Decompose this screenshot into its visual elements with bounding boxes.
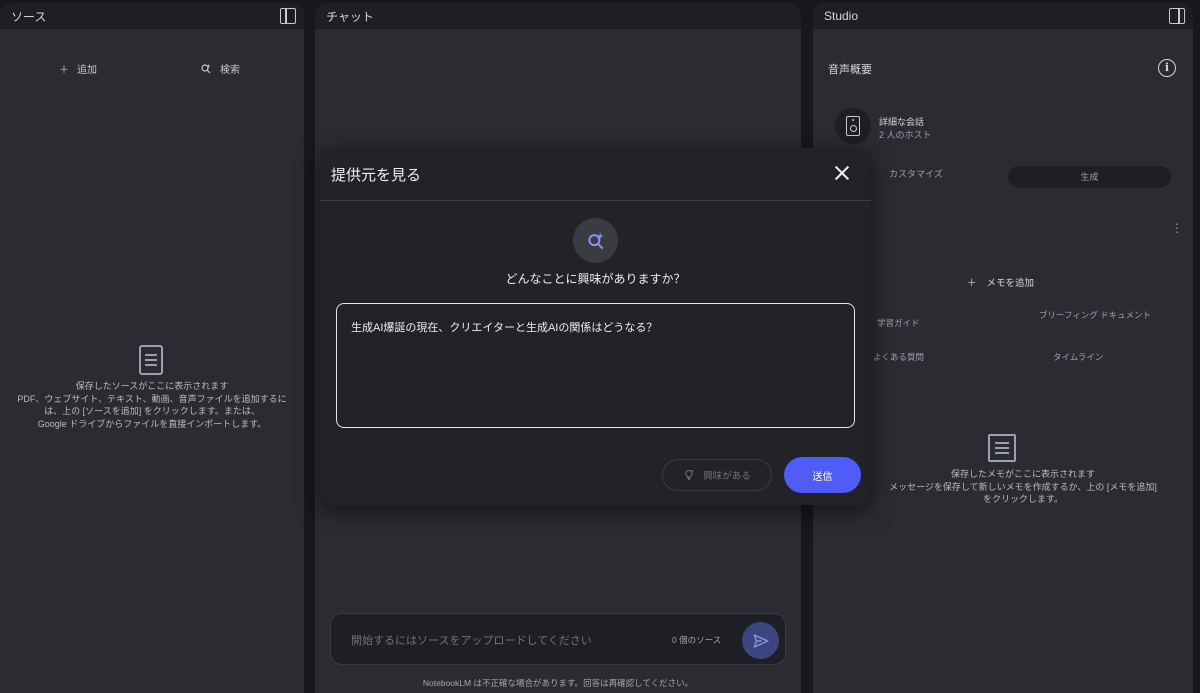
audio-card-title: 詳細な会話 <box>879 117 925 127</box>
collapse-panel-icon[interactable] <box>1169 8 1185 24</box>
memo-empty-line1: 保存したメモがここに表示されます <box>950 469 1095 479</box>
dialog-title: 提供元を見る <box>331 167 422 184</box>
sources-header: ソース <box>0 3 304 29</box>
memo-empty-message: 保存したメモがここに表示されます メッセージを保存して新しいメモを作成するか、上… <box>853 468 1193 506</box>
memo-empty-line2: メッセージを保存して新しいメモを作成するか、上の [メモを追加] <box>889 481 1157 492</box>
search-source-label: 検索 <box>220 65 240 76</box>
sources-empty-line1: 保存したソースがここに表示されます <box>75 381 229 391</box>
study-guide-button[interactable]: 学習ガイド <box>877 317 920 329</box>
sources-empty-line3: Google ドライブからファイルを直接インポートします。 <box>37 418 267 429</box>
add-memo-button[interactable]: ＋ メモを追加 <box>967 275 1034 289</box>
info-icon[interactable]: i <box>1158 59 1176 77</box>
dialog-header: 提供元を見る <box>320 148 871 201</box>
document-icon <box>139 345 163 375</box>
close-icon[interactable] <box>831 162 853 184</box>
audio-card-subtitle: 2 人のホスト <box>879 130 932 140</box>
discover-icon-wrap <box>573 218 618 263</box>
generate-button[interactable]: 生成 <box>1008 166 1171 188</box>
chat-title: チャット <box>326 9 374 24</box>
interest-button[interactable]: 興味がある <box>662 459 772 491</box>
lightbulb-spark-icon <box>685 469 695 480</box>
plus-icon: ＋ <box>967 278 977 289</box>
add-memo-label: メモを追加 <box>986 278 1035 289</box>
chat-input-box[interactable]: 開始するにはソースをアップロードしてください 0 個のソース <box>330 613 786 665</box>
sources-panel: ソース ＋ 追加 検索 保存したソースがここに表示されます PDF、ウェブサイト… <box>0 3 304 693</box>
disclaimer-text: NotebookLM は不正確な場合があります。回答は再確認してください。 <box>422 678 694 688</box>
chat-send-button[interactable] <box>742 622 779 659</box>
sources-empty-message: 保存したソースがここに表示されます PDF、ウェブサイト、テキスト、動画、音声フ… <box>10 380 294 430</box>
add-source-button[interactable]: ＋ 追加 <box>59 61 97 76</box>
studio-header: Studio <box>813 3 1193 29</box>
discover-sources-dialog: 提供元を見る どんなことに興味がありますか？ 興味がある 送信 <box>320 148 871 505</box>
search-spark-icon <box>201 63 211 73</box>
search-source-button[interactable]: 検索 <box>200 61 240 76</box>
dialog-question: どんなことに興味がありますか？ <box>505 272 686 286</box>
timeline-button[interactable]: タイムライン <box>1053 351 1103 363</box>
plus-icon: ＋ <box>59 65 69 76</box>
sources-empty-line2: PDF、ウェブサイト、テキスト、動画、音声ファイルを追加するには、上の [ソース… <box>17 393 287 417</box>
briefing-button[interactable]: ブリーフィング ドキュメント <box>1039 309 1159 322</box>
add-source-label: 追加 <box>77 65 97 76</box>
audio-overview-title: 音声概要 <box>828 64 872 76</box>
chat-input-placeholder[interactable]: 開始するにはソースをアップロードしてください <box>351 632 592 648</box>
sources-title: ソース <box>11 9 47 24</box>
send-icon <box>753 633 768 648</box>
source-count: 0 個のソース <box>672 635 722 645</box>
search-spark-icon <box>587 232 603 249</box>
more-options-icon[interactable]: ⋮ <box>1171 221 1183 235</box>
interest-textarea[interactable] <box>336 303 855 428</box>
audio-card-icon-wrap <box>835 108 871 144</box>
faq-button[interactable]: よくある質問 <box>873 351 924 363</box>
speaker-icon <box>846 116 860 136</box>
memo-document-icon <box>988 434 1016 462</box>
memo-empty-line3: をクリックします。 <box>982 494 1064 504</box>
customize-button[interactable]: カスタマイズ <box>889 167 943 180</box>
chat-header: チャット <box>315 3 801 29</box>
interest-label: 興味がある <box>703 471 751 482</box>
submit-button[interactable]: 送信 <box>784 457 861 493</box>
collapse-panel-icon[interactable] <box>280 8 296 24</box>
studio-title: Studio <box>824 9 859 23</box>
